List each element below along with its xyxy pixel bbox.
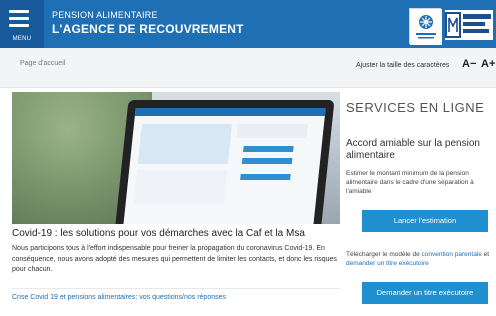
partner-logos: [409, 8, 496, 45]
covid-faq-link[interactable]: Crise Covid 19 et pensions alimentaires:…: [12, 294, 226, 301]
menu-label: MENU: [12, 36, 32, 42]
increase-text-size-button[interactable]: A+: [481, 58, 495, 70]
online-services-panel: SERVICES EN LIGNE Accord amiable sur la …: [346, 92, 496, 316]
services-heading: SERVICES EN LIGNE: [346, 100, 485, 115]
site-header: MENU PENSION ALIMENTAIRE L'AGENCE DE REC…: [0, 0, 496, 48]
accord-amiable-title: Accord amiable sur la pension alimentair…: [346, 138, 480, 161]
decrease-text-size-button[interactable]: A−: [462, 58, 476, 70]
msa-logo[interactable]: [445, 10, 493, 40]
news-card: Covid-19 : les solutions pour vos démarc…: [8, 92, 340, 312]
news-image[interactable]: [12, 92, 340, 224]
menu-button[interactable]: MENU: [0, 0, 44, 48]
news-body: Nous participons tous à l'effort indispe…: [12, 245, 337, 273]
text-size-label: Ajuster la taille des caractères: [356, 62, 450, 69]
republique-francaise-logo[interactable]: [409, 8, 442, 45]
laptop-illustration: [115, 100, 335, 224]
download-mid: et: [481, 251, 490, 258]
download-prefix: Télécharger le modèle de: [346, 251, 422, 258]
site-title-line2: L'AGENCE DE RECOUVREMENT: [52, 22, 244, 36]
accord-amiable-description: Estimer le montant minimum de la pension…: [346, 170, 474, 195]
download-text: Télécharger le modèle de convention pare…: [346, 250, 496, 268]
news-title[interactable]: Covid-19 : les solutions pour vos démarc…: [12, 228, 340, 239]
breadcrumb[interactable]: Page d'accueil: [20, 60, 65, 67]
request-titre-executoire-button[interactable]: Demander un titre exécutoire: [362, 282, 488, 304]
divider: [12, 288, 340, 289]
convention-parentale-link[interactable]: convention parentale: [422, 251, 482, 258]
launch-estimate-button[interactable]: Lancer l'estimation: [362, 210, 488, 232]
site-title-line1: PENSION ALIMENTAIRE: [52, 10, 158, 20]
site-title[interactable]: PENSION ALIMENTAIRE L'AGENCE DE RECOUVRE…: [52, 10, 244, 36]
titre-executoire-link[interactable]: demander un titre exécutoire: [346, 260, 429, 267]
laptop-screen: [123, 108, 326, 224]
toolbar: Page d'accueil Ajuster la taille des car…: [0, 48, 496, 88]
hamburger-icon: [9, 10, 29, 31]
